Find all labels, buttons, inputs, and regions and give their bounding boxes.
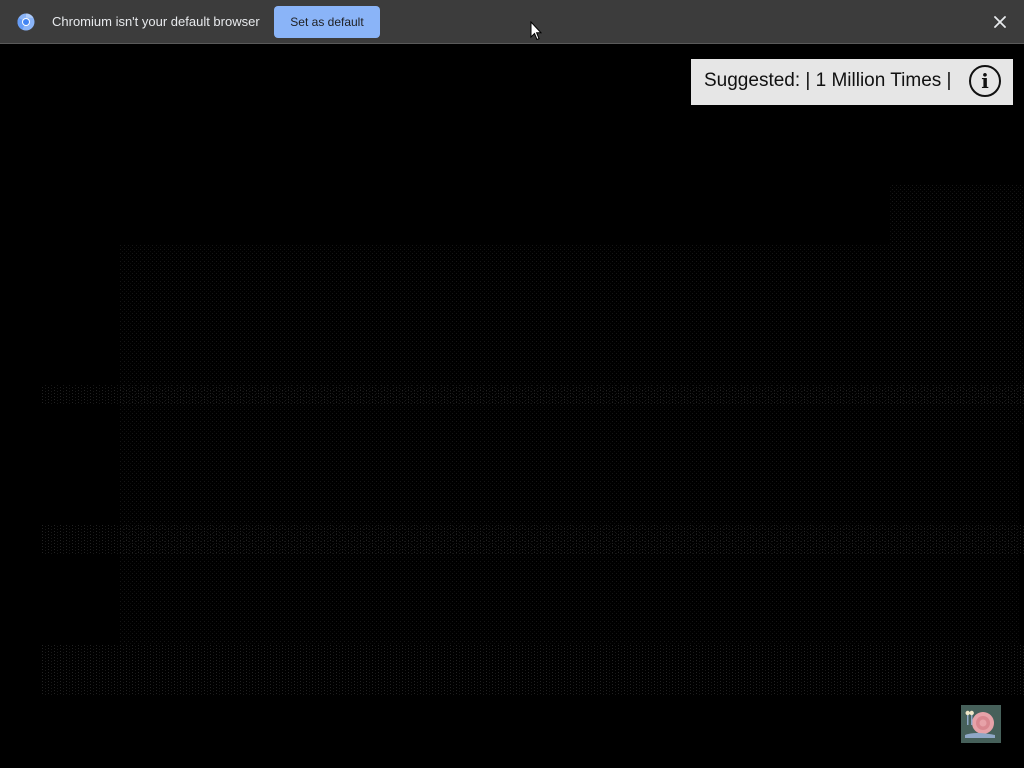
mouse-cursor-icon [530,21,542,41]
info-button[interactable]: i [969,65,1001,97]
info-icon: i [981,69,989,93]
snail-icon [961,705,1001,743]
channel-watermark-avatar[interactable] [961,705,1001,743]
infobar-close-button[interactable] [989,11,1011,33]
video-player[interactable]: Suggested: | 1 Million Times | i [0,45,1024,768]
default-browser-infobar: Chromium isn't your default browser Set … [0,0,1024,44]
suggested-video-title: Suggested: | 1 Million Times | [704,70,952,91]
set-as-default-button[interactable]: Set as default [274,6,380,38]
chromium-logo-icon [17,13,35,31]
dark-video-frame [40,185,1024,695]
infobar-message: Chromium isn't your default browser [52,14,260,29]
suggested-video-card[interactable]: Suggested: | 1 Million Times | i [691,59,1013,105]
close-icon [994,16,1006,28]
